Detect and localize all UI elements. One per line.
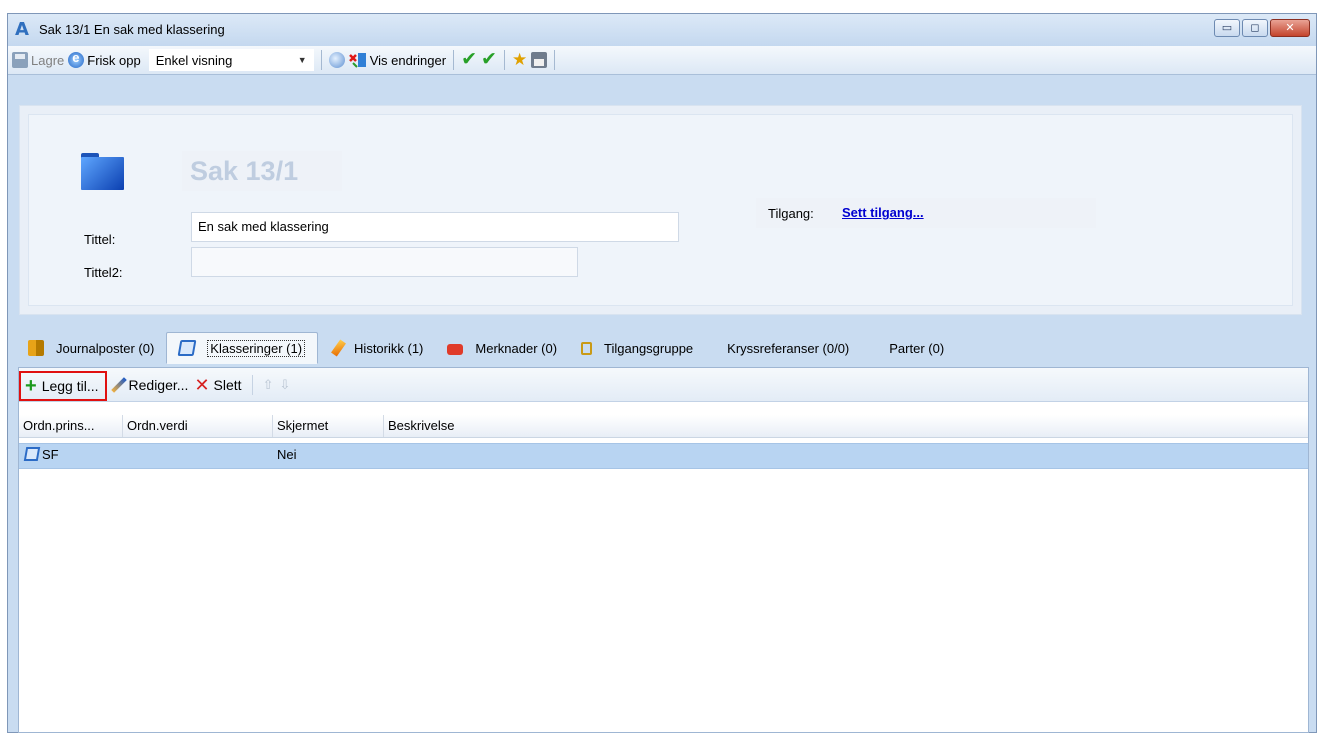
cell-ordn-prins-text: SF <box>42 447 59 462</box>
arrow-down-icon: ⇩ <box>279 376 291 392</box>
chevron-down-icon: ▼ <box>297 55 307 65</box>
case-number-title: Sak 13/1 <box>182 151 342 191</box>
globe-icon <box>328 52 345 68</box>
tab-label: Tilgangsgruppe <box>604 340 694 356</box>
approve-button[interactable]: ✔ <box>461 49 478 70</box>
tab-tilgangsgruppe[interactable]: Tilgangsgruppe <box>569 333 705 363</box>
save-icon <box>12 52 28 68</box>
tab-label: Historikk (1) <box>354 340 424 356</box>
tab-kryssreferanser[interactable]: Kryssreferanser (0/0) <box>705 333 861 363</box>
history-icon <box>331 339 347 357</box>
save-label: Lagre <box>31 52 65 68</box>
classification-toolbar: + Legg til... Rediger... ✕ Slett ⇧ ⇩ <box>19 368 1308 402</box>
edit-label: Rediger... <box>128 376 189 393</box>
cell-ordn-verdi <box>123 444 127 466</box>
title2-field[interactable] <box>191 247 578 277</box>
refresh-icon <box>68 50 85 68</box>
close-button[interactable]: ✕ <box>1270 19 1310 37</box>
window-title: Sak 13/1 En sak med klassering <box>39 22 225 37</box>
cell-ordn-prins: SF <box>21 444 59 466</box>
delete-button[interactable]: ✕ Slett <box>194 374 242 395</box>
access-group-icon <box>581 341 593 355</box>
pencil-icon <box>110 376 127 393</box>
window-controls: ▭ ◻ ✕ <box>1214 19 1310 37</box>
delete-label: Slett <box>213 376 242 393</box>
classification-icon <box>23 447 41 461</box>
maximize-button[interactable]: ◻ <box>1242 19 1268 37</box>
case-header-panel: Sak 13/1 Tittel: En sak med klassering T… <box>19 105 1302 315</box>
globe-button[interactable] <box>328 52 345 68</box>
toolbar-divider <box>554 50 556 70</box>
star-icon: ★ <box>511 50 528 69</box>
cell-beskrivelse <box>384 444 388 466</box>
changes-icon <box>348 53 366 68</box>
tab-historikk[interactable]: Historikk (1) <box>318 333 435 363</box>
plus-icon: + <box>25 374 37 397</box>
move-up-button[interactable]: ⇧ <box>263 377 274 393</box>
add-label: Legg til... <box>41 377 99 394</box>
notes-icon <box>447 343 464 355</box>
toolbar-divider <box>320 50 322 70</box>
case-window: A Sak 13/1 En sak med klassering ▭ ◻ ✕ L… <box>7 13 1317 733</box>
tab-label: Journalposter (0) <box>56 340 155 356</box>
show-changes-button[interactable]: Vis endringer <box>348 52 447 68</box>
delete-x-icon: ✕ <box>194 374 210 395</box>
title2-label: Tittel2: <box>84 265 123 280</box>
tab-klasseringer[interactable]: Klasseringer (1) <box>166 332 319 364</box>
tab-label: Kryssreferanser (0/0) <box>727 340 850 356</box>
set-access-link[interactable]: Sett tilgang... <box>842 205 924 220</box>
show-changes-label: Vis endringer <box>369 52 447 68</box>
tab-parter[interactable]: Parter (0) <box>861 333 956 363</box>
checkmark-icon: ✔ <box>461 49 478 70</box>
print-button[interactable] <box>531 52 548 68</box>
tab-content: + Legg til... Rediger... ✕ Slett ⇧ ⇩ Ord… <box>18 367 1309 733</box>
toolbar-divider <box>251 374 253 395</box>
app-logo-icon: A <box>15 19 29 40</box>
save-button[interactable]: Lagre <box>12 52 64 68</box>
add-button[interactable]: + Legg til... <box>19 370 107 401</box>
print-icon <box>531 52 548 68</box>
grid-header: Ordn.prins... Ordn.verdi Skjermet Beskri… <box>19 415 1308 438</box>
main-toolbar: Lagre Frisk opp Enkel visning ▼ Vis endr… <box>8 46 1316 75</box>
refresh-label: Frisk opp <box>87 52 141 68</box>
access-section: Tilgang: Sett tilgang... <box>756 198 1096 228</box>
refresh-button[interactable]: Frisk opp <box>68 50 141 68</box>
cell-skjermet: Nei <box>277 447 297 462</box>
view-mode-value: Enkel visning <box>155 52 233 68</box>
journal-icon <box>28 340 44 356</box>
approve-all-button[interactable]: ✔ <box>481 49 497 70</box>
column-header-skjermet[interactable]: Skjermet <box>273 415 384 437</box>
edit-button[interactable]: Rediger... <box>110 376 189 394</box>
tab-strip: Journalposter (0) Klasseringer (1) Histo… <box>8 329 1316 367</box>
toolbar-divider <box>503 50 505 70</box>
tab-merknader[interactable]: Merknader (0) <box>435 333 569 363</box>
column-header-beskrivelse[interactable]: Beskrivelse <box>384 415 684 437</box>
tab-journalposter[interactable]: Journalposter (0) <box>16 333 166 363</box>
column-header-ordn-prins[interactable]: Ordn.prins... <box>19 415 123 437</box>
access-label: Tilgang: <box>768 206 814 221</box>
tab-label: Merknader (0) <box>475 340 558 356</box>
move-down-button[interactable]: ⇩ <box>279 377 290 393</box>
arrow-up-icon: ⇧ <box>262 376 274 392</box>
title-bar: A Sak 13/1 En sak med klassering ▭ ◻ ✕ <box>8 14 1316 46</box>
toolbar-divider <box>453 50 455 70</box>
minimize-button[interactable]: ▭ <box>1214 19 1240 37</box>
view-mode-select[interactable]: Enkel visning ▼ <box>148 49 314 71</box>
classification-icon <box>177 340 197 356</box>
column-header-ordn-verdi[interactable]: Ordn.verdi <box>123 415 273 437</box>
table-row[interactable]: SF Nei <box>19 443 1308 469</box>
tab-label: Klasseringer (1) <box>207 339 306 357</box>
checkmark-icon: ✔ <box>481 49 497 70</box>
title-label: Tittel: <box>84 232 116 247</box>
title-field[interactable]: En sak med klassering <box>191 212 679 242</box>
folder-icon <box>81 153 124 190</box>
case-header-frame <box>28 114 1293 306</box>
favorite-button[interactable]: ★ <box>511 50 528 69</box>
tab-label: Parter (0) <box>889 340 945 356</box>
